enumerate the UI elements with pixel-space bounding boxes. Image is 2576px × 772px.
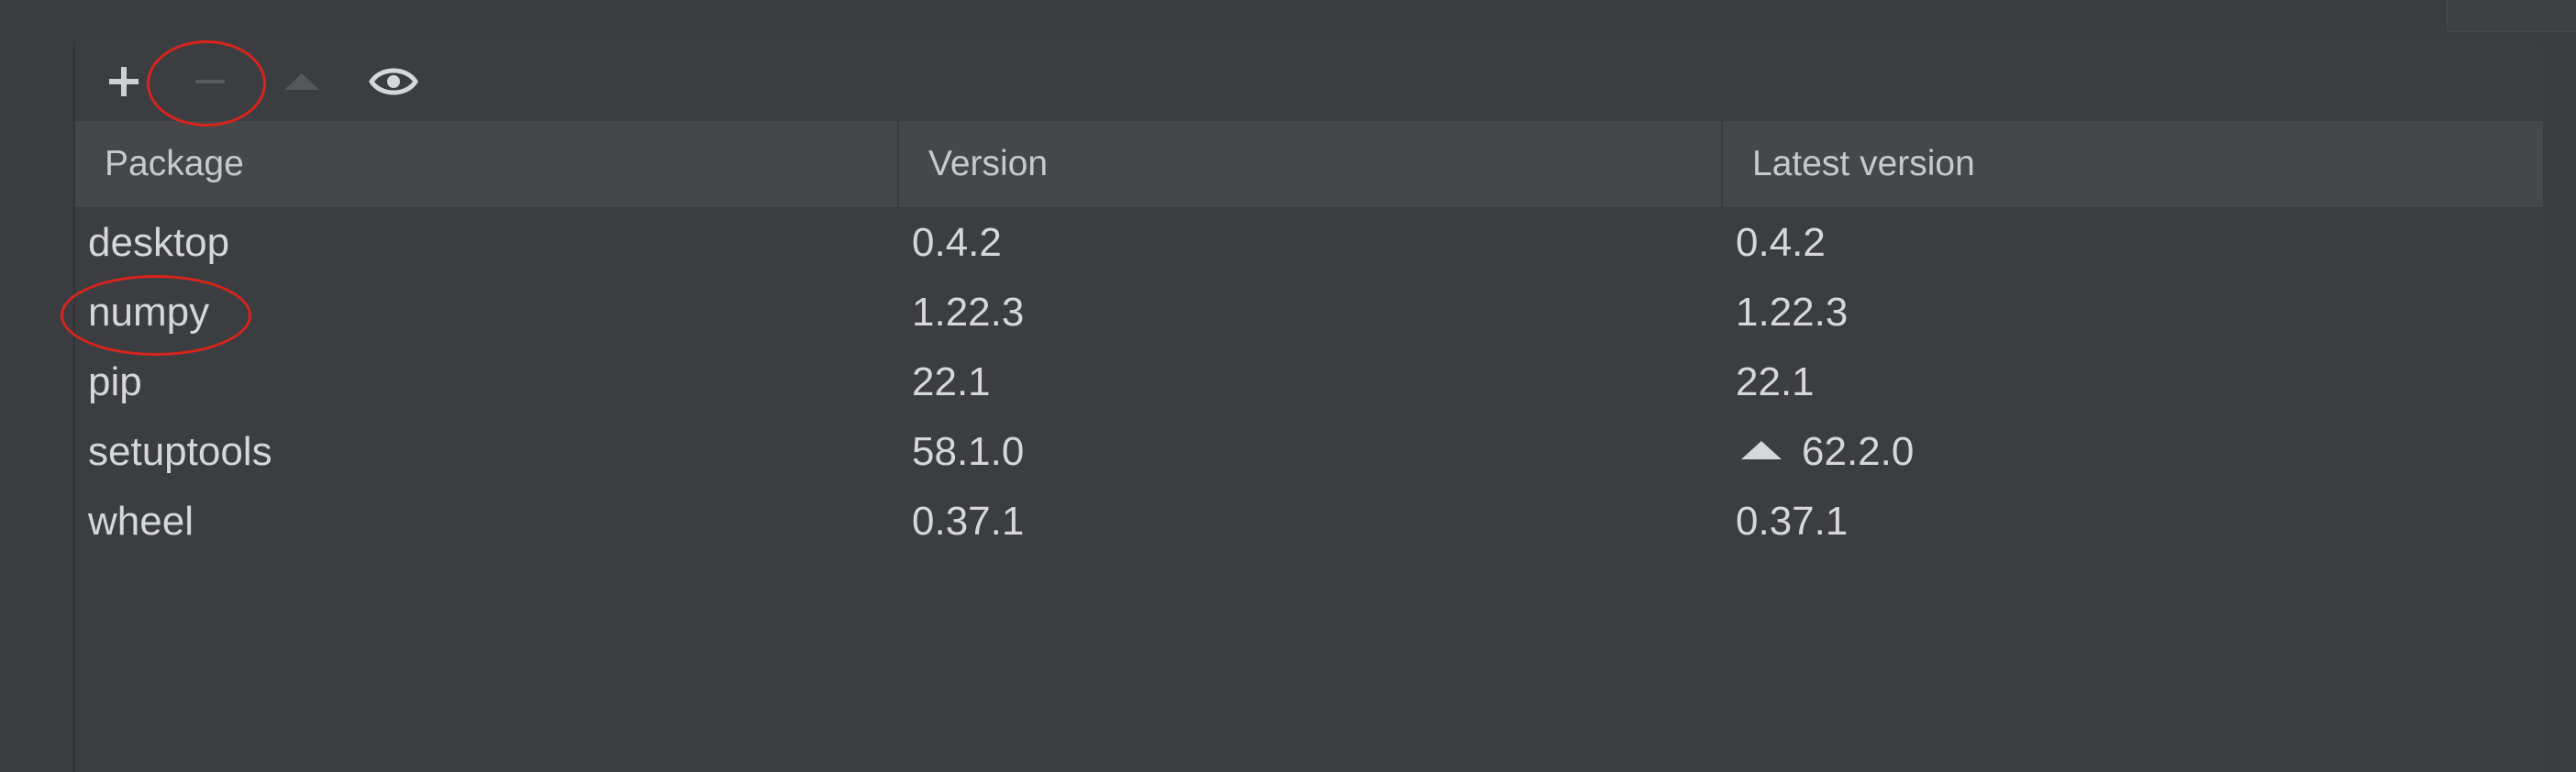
package-latest-version: 1.22.3 (1736, 290, 1849, 335)
package-latest-version: 0.37.1 (1736, 499, 1849, 544)
column-header-package[interactable]: Package (75, 121, 899, 207)
table-row[interactable]: numpy 1.22.3 1.22.3 (75, 278, 2543, 347)
packages-toolbar (75, 42, 2543, 119)
package-name: setuptools (88, 429, 272, 474)
eye-icon (369, 68, 418, 95)
table-row[interactable]: wheel 0.37.1 0.37.1 (75, 487, 2543, 557)
plus-icon (109, 67, 139, 96)
add-package-button[interactable] (92, 50, 156, 114)
package-name: desktop (88, 220, 230, 265)
packages-table: Package Version Latest version desktop 0… (75, 121, 2543, 557)
package-latest-version: 62.2.0 (1723, 417, 2543, 487)
column-header-latest-version[interactable]: Latest version (1723, 121, 2543, 207)
package-name: wheel (88, 499, 194, 544)
table-body: desktop 0.4.2 0.4.2 numpy 1.22.3 1.22.3 … (75, 208, 2543, 557)
package-version: 58.1.0 (912, 429, 1025, 474)
latest-version-value: 62.2.0 (1802, 429, 1915, 474)
window-corner-tab (2447, 0, 2576, 32)
show-early-releases-button[interactable] (361, 50, 426, 114)
table-empty-area (75, 556, 2543, 772)
window-frame: Package Version Latest version desktop 0… (0, 0, 2576, 772)
triangle-up-icon (284, 73, 319, 90)
package-latest-version: 22.1 (1736, 359, 1815, 404)
minus-icon (195, 80, 225, 83)
package-version: 0.37.1 (912, 499, 1025, 544)
column-header-version[interactable]: Version (899, 121, 1723, 207)
package-name: pip (88, 359, 142, 404)
table-header: Package Version Latest version (75, 121, 2543, 208)
upgrade-available-icon (1741, 441, 1782, 459)
table-row[interactable]: pip 22.1 22.1 (75, 347, 2543, 417)
table-row[interactable]: desktop 0.4.2 0.4.2 (75, 208, 2543, 278)
remove-package-button[interactable] (178, 50, 242, 114)
package-name: numpy (88, 290, 210, 335)
packages-panel: Package Version Latest version desktop 0… (73, 42, 2543, 772)
upgrade-package-button[interactable] (270, 50, 334, 114)
table-row[interactable]: setuptools 58.1.0 62.2.0 (75, 417, 2543, 487)
package-latest-version: 0.4.2 (1736, 220, 1826, 265)
package-version: 1.22.3 (912, 290, 1025, 335)
package-version: 0.4.2 (912, 220, 1002, 265)
package-version: 22.1 (912, 359, 991, 404)
